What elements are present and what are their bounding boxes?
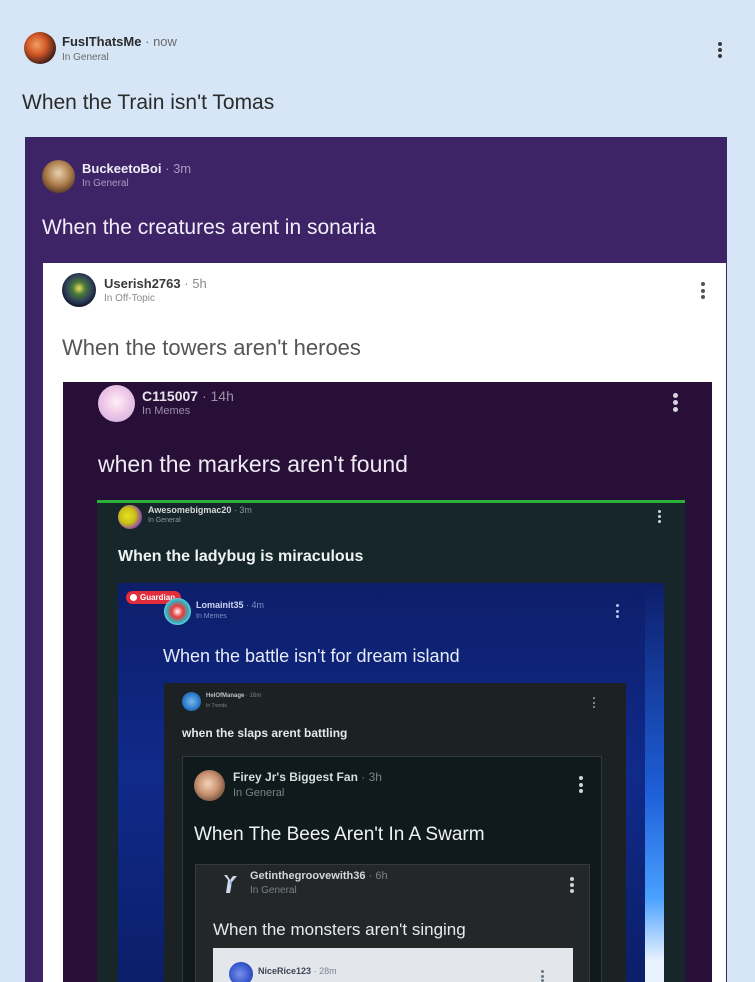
post-separator: · [165, 161, 170, 176]
kebab-menu-icon[interactable] [539, 970, 545, 982]
post-title[interactable]: when the slaps arent battling [182, 726, 347, 740]
avatar[interactable] [24, 32, 56, 64]
post-category[interactable]: In General [62, 52, 109, 63]
post-category[interactable]: In General [233, 787, 284, 799]
post-author[interactable]: Userish2763 · 5h [104, 276, 207, 291]
post-category[interactable]: In Trends [206, 703, 227, 709]
post-separator: · [184, 276, 189, 291]
kebab-menu-icon[interactable] [716, 42, 724, 58]
post-author[interactable]: Awesomebigmac20 · 3m [148, 505, 252, 515]
post-time: 3m [239, 505, 252, 515]
post-author[interactable]: NiceRice123 · 28m [258, 966, 337, 976]
decorative-stripe [645, 583, 664, 982]
post-separator: · [313, 966, 317, 976]
avatar[interactable] [62, 273, 96, 307]
post-author-name[interactable]: Getinthegroovewith36 [250, 870, 366, 882]
avatar[interactable] [218, 872, 242, 896]
embedded-post-card[interactable] [213, 948, 573, 982]
post-author-name[interactable]: BuckeetoBoi [82, 161, 161, 176]
post-title[interactable]: When The Bees Aren't In A Swarm [194, 824, 485, 846]
kebab-menu-icon[interactable] [568, 877, 575, 893]
post-author-name[interactable]: Userish2763 [104, 276, 181, 291]
post-separator: · [361, 770, 366, 784]
post-category[interactable]: In General [148, 517, 181, 524]
post-time: 3h [368, 770, 382, 784]
post-time: 5h [192, 276, 207, 291]
avatar[interactable] [118, 505, 142, 529]
avatar[interactable] [42, 160, 75, 193]
post-time: now [153, 34, 177, 49]
post-time: 14h [210, 388, 234, 404]
post-author[interactable]: BuckeetoBoi · 3m [82, 161, 191, 176]
post-author-name[interactable]: C115007 [142, 388, 198, 404]
post-author-name[interactable]: Lomainit35 [196, 600, 244, 610]
post-time: 4m [251, 600, 265, 610]
avatar[interactable] [98, 385, 135, 422]
post-author[interactable]: Lomainit35 · 4m [196, 600, 264, 610]
avatar[interactable] [164, 598, 191, 625]
post-separator: · [201, 388, 207, 404]
post-category[interactable]: In Memes [142, 405, 190, 417]
post-title[interactable]: When the battle isn't for dream island [163, 646, 460, 667]
post-category[interactable]: In Off-Topic [104, 293, 155, 304]
post-title[interactable]: When the monsters aren't singing [213, 920, 466, 940]
post-category[interactable]: In General [250, 885, 297, 896]
post-title[interactable]: When the Train isn't Tomas [22, 91, 274, 115]
post-category[interactable]: In Memes [196, 613, 227, 620]
post-author[interactable]: Getinthegroovewith36 · 6h [250, 870, 388, 882]
post-separator: · [368, 870, 373, 882]
kebab-menu-icon[interactable] [671, 393, 679, 412]
post-time: 28m [319, 966, 337, 976]
post-author-name[interactable]: FusIThatsMe [62, 34, 141, 49]
post-title[interactable]: When the creatures arent in sonaria [42, 216, 376, 240]
kebab-menu-icon[interactable] [699, 282, 707, 299]
post-time: 16m [249, 693, 262, 699]
post-author[interactable]: Firey Jr's Biggest Fan · 3h [233, 770, 382, 784]
post-author[interactable]: C115007 · 14h [142, 388, 234, 404]
post-title[interactable]: When the ladybug is miraculous [118, 548, 363, 566]
kebab-menu-icon[interactable] [656, 510, 662, 523]
avatar[interactable] [182, 692, 201, 711]
post-author[interactable]: HelOfManage · 16m [206, 693, 261, 699]
kebab-menu-icon[interactable] [577, 776, 585, 793]
post-separator: · [246, 600, 250, 610]
post-author[interactable]: FusIThatsMe · now [62, 34, 177, 49]
post-author-name[interactable]: Firey Jr's Biggest Fan [233, 770, 358, 784]
post-separator: · [145, 34, 150, 49]
post-title[interactable]: when the markers aren't found [98, 451, 408, 478]
kebab-menu-icon[interactable] [614, 604, 620, 618]
avatar[interactable] [229, 962, 253, 982]
post-author-name[interactable]: HelOfManage [206, 693, 244, 699]
kebab-menu-icon[interactable] [591, 697, 596, 708]
post-author-name[interactable]: NiceRice123 [258, 966, 311, 976]
post-separator: · [246, 693, 249, 699]
post-author-name[interactable]: Awesomebigmac20 [148, 505, 231, 515]
post-separator: · [233, 505, 237, 515]
post-time: 6h [375, 870, 388, 882]
avatar[interactable] [194, 770, 225, 801]
post-category[interactable]: In General [82, 178, 129, 189]
post-title[interactable]: When the towers aren't heroes [62, 335, 361, 361]
post-time: 3m [173, 161, 192, 176]
